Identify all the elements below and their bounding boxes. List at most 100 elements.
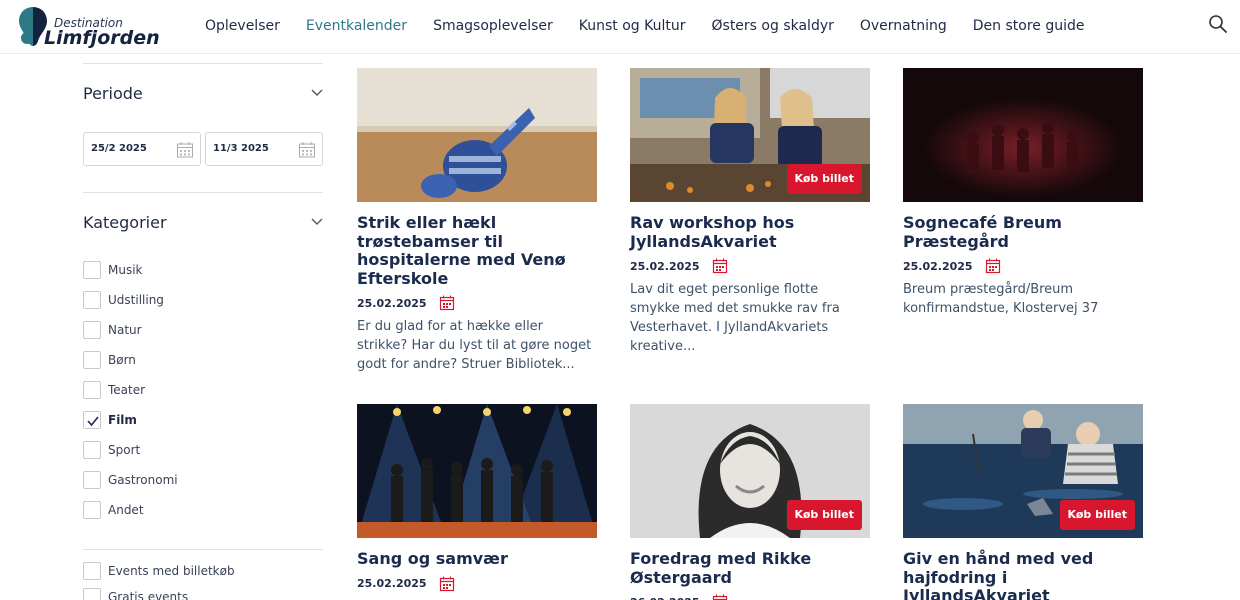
event-meta: 26.02.2025 <box>630 594 870 600</box>
periode-title: Periode <box>83 84 143 103</box>
category-label: Musik <box>108 263 143 277</box>
filter-gratis-events[interactable]: Gratis events <box>83 588 303 600</box>
event-card-strik-eller-haekl[interactable]: Strik eller hækl trøstebamser til hospit… <box>357 68 597 374</box>
checkbox[interactable] <box>83 261 101 279</box>
add-to-calendar-icon[interactable] <box>712 594 728 600</box>
checkbox[interactable] <box>83 381 101 399</box>
checkmark-icon <box>87 416 99 427</box>
chevron-down-icon <box>311 218 323 225</box>
search-icon[interactable] <box>1208 14 1228 34</box>
checkbox[interactable] <box>83 321 101 339</box>
main-nav: Oplevelser Eventkalender Smagsoplevelser… <box>205 18 1111 34</box>
divider <box>83 63 323 64</box>
event-image[interactable]: Køb billet <box>630 404 870 538</box>
checkbox[interactable] <box>83 411 101 429</box>
site-logo[interactable]: Destination Limfjorden <box>16 5 166 49</box>
buy-ticket-button[interactable]: Køb billet <box>786 500 862 530</box>
event-card-sang-og-samvaer[interactable]: Sang og samvær 25.02.2025 <box>357 404 597 592</box>
category-label: Børn <box>108 353 136 367</box>
event-description: Lav dit eget personlige flotte smykke me… <box>630 282 840 354</box>
buy-ticket-button[interactable]: Køb billet <box>786 164 862 194</box>
category-film[interactable]: Film <box>83 411 303 429</box>
event-image-dark-concert <box>903 68 1143 202</box>
logo-text-big: Limfjorden <box>44 27 160 49</box>
periode-header[interactable]: Periode <box>83 84 323 104</box>
date-from-value: 25/2 2025 <box>91 143 147 154</box>
event-meta: 25.02.2025 <box>357 576 597 592</box>
category-natur[interactable]: Natur <box>83 321 303 339</box>
add-to-calendar-icon[interactable] <box>712 258 728 274</box>
event-title[interactable]: Giv en hånd med ved hajfodring i Jylland… <box>903 549 1143 600</box>
category-boern[interactable]: Børn <box>83 351 303 369</box>
nav-item-oesters-og-skaldyr[interactable]: Østers og skaldyr <box>712 18 834 34</box>
event-image-knitted-toy <box>357 68 597 202</box>
event-card-rav-workshop[interactable]: Køb billet Rav workshop hos JyllandsAkvar… <box>630 68 870 356</box>
filter-label: Gratis events <box>108 590 189 600</box>
add-to-calendar-icon[interactable] <box>439 576 455 592</box>
filter-label: Events med billetkøb <box>108 564 235 578</box>
event-meta: 25.02.2025 <box>903 258 1143 274</box>
buy-ticket-button[interactable]: Køb billet <box>1059 500 1135 530</box>
add-to-calendar-icon[interactable] <box>439 295 455 311</box>
event-date: 25.02.2025 <box>903 259 973 273</box>
checkbox[interactable] <box>83 471 101 489</box>
category-gastronomi[interactable]: Gastronomi <box>83 471 303 489</box>
date-to-input[interactable]: 11/3 2025 <box>205 132 323 166</box>
event-meta: 25.02.2025 <box>630 258 870 274</box>
add-to-calendar-icon[interactable] <box>985 258 1001 274</box>
event-image[interactable] <box>357 68 597 202</box>
kategorier-title: Kategorier <box>83 213 167 232</box>
event-meta: 25.02.2025 <box>357 295 597 311</box>
event-title[interactable]: Foredrag med Rikke Østergaard <box>630 549 870 587</box>
category-label: Gastronomi <box>108 473 178 487</box>
checkbox[interactable] <box>83 291 101 309</box>
calendar-icon <box>299 142 315 158</box>
category-label: Film <box>108 413 137 427</box>
category-teater[interactable]: Teater <box>83 381 303 399</box>
event-date: 25.02.2025 <box>630 259 700 273</box>
checkbox[interactable] <box>83 441 101 459</box>
event-title[interactable]: Sang og samvær <box>357 549 597 569</box>
event-date: 26.02.2025 <box>630 596 700 600</box>
event-image[interactable] <box>357 404 597 538</box>
event-date: 25.02.2025 <box>357 577 427 590</box>
nav-item-den-store-guide[interactable]: Den store guide <box>973 18 1085 34</box>
event-title[interactable]: Sognecafé Breum Præstegård <box>903 213 1143 251</box>
category-label: Udstilling <box>108 293 164 307</box>
divider <box>83 192 323 193</box>
calendar-icon <box>177 142 193 158</box>
kategorier-header[interactable]: Kategorier <box>83 213 323 233</box>
nav-item-eventkalender[interactable]: Eventkalender <box>306 18 407 34</box>
event-card-hajfodring[interactable]: Køb billet Giv en hånd med ved hajfodring… <box>903 404 1143 600</box>
checkbox[interactable] <box>83 351 101 369</box>
event-image[interactable] <box>903 68 1143 202</box>
event-image[interactable]: Køb billet <box>630 68 870 202</box>
category-musik[interactable]: Musik <box>83 261 303 279</box>
nav-item-oplevelser[interactable]: Oplevelser <box>205 18 280 34</box>
checkbox[interactable] <box>83 562 101 580</box>
event-image-stage-choir <box>357 404 597 538</box>
divider <box>83 549 323 550</box>
checkbox[interactable] <box>83 588 101 600</box>
category-label: Teater <box>108 383 146 397</box>
nav-item-smagsoplevelser[interactable]: Smagsoplevelser <box>433 18 553 34</box>
event-card-foredrag-rikke-oestergaard[interactable]: Køb billet Foredrag med Rikke Østergaard 2… <box>630 404 870 600</box>
nav-item-kunst-og-kultur[interactable]: Kunst og Kultur <box>579 18 686 34</box>
category-label: Natur <box>108 323 142 337</box>
filter-events-med-billetkoeb[interactable]: Events med billetkøb <box>83 562 303 580</box>
category-sport[interactable]: Sport <box>83 441 303 459</box>
category-udstilling[interactable]: Udstilling <box>83 291 303 309</box>
event-image[interactable]: Køb billet <box>903 404 1143 538</box>
chevron-down-icon <box>311 89 323 96</box>
date-from-input[interactable]: 25/2 2025 <box>83 132 201 166</box>
event-card-sognecafe-breum[interactable]: Sognecafé Breum Præstegård 25.02.2025 Breu… <box>903 68 1143 318</box>
event-description: Breum præstegård/Breum konfirmandstue, K… <box>903 282 1099 316</box>
checkbox[interactable] <box>83 501 101 519</box>
date-to-value: 11/3 2025 <box>213 143 269 154</box>
nav-item-overnatning[interactable]: Overnatning <box>860 18 947 34</box>
category-label: Sport <box>108 443 141 457</box>
site-header: Destination Limfjorden Oplevelser Eventk… <box>0 0 1240 54</box>
event-title[interactable]: Strik eller hækl trøstebamser til hospit… <box>357 213 597 288</box>
event-title[interactable]: Rav workshop hos JyllandsAkvariet <box>630 213 870 251</box>
category-andet[interactable]: Andet <box>83 501 303 519</box>
